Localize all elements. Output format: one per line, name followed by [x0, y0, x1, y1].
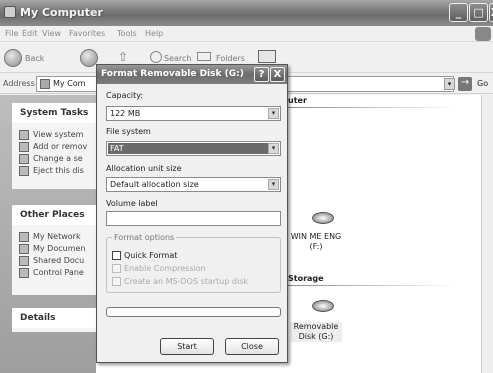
task-label: View system: [33, 130, 84, 139]
views-icon[interactable]: [258, 50, 276, 63]
place-label: Shared Docu: [33, 256, 85, 265]
allocation-label: Allocation unit size: [106, 164, 182, 173]
folders-icon[interactable]: [197, 52, 211, 61]
menu-help[interactable]: Help: [145, 29, 163, 38]
allocation-select[interactable]: Default allocation size ▾: [106, 177, 281, 192]
close-button[interactable]: X: [489, 3, 493, 22]
chevron-down-icon[interactable]: ▾: [268, 143, 279, 154]
control-panel-icon: [19, 268, 29, 278]
dialog-title: Format Removable Disk (G:): [101, 69, 244, 79]
quick-format-checkbox[interactable]: [112, 251, 121, 260]
back-button-label[interactable]: Back: [25, 54, 44, 63]
group-divider: [288, 285, 458, 286]
back-arrow-icon[interactable]: [4, 49, 22, 67]
volume-label-caption: Volume label: [106, 199, 158, 208]
chevron-down-icon[interactable]: ▾: [268, 179, 279, 190]
place-label: Control Pane: [33, 268, 84, 277]
format-progress-bar: [106, 307, 281, 317]
filesystem-value: FAT: [108, 143, 268, 154]
go-arrow-icon[interactable]: →: [458, 77, 472, 91]
quick-format-label[interactable]: Quick Format: [124, 251, 177, 260]
menu-view[interactable]: View: [42, 29, 61, 38]
search-button-label[interactable]: Search: [164, 54, 191, 63]
task-label: Eject this dis: [33, 166, 84, 175]
enable-compression-label: Enable Compression: [124, 264, 206, 273]
group-title-hard-disks: uter: [288, 96, 307, 105]
windows-logo-icon: [475, 27, 491, 41]
drive-name-line1: Removable: [293, 322, 339, 331]
group-title-removable-storage: Storage: [288, 274, 324, 283]
window-titlebar[interactable]: My Computer _ □ X: [0, 0, 493, 26]
drive-label-f[interactable]: WIN ME ENG (F:): [284, 232, 348, 252]
task-label: Change a se: [33, 154, 83, 163]
allocation-value: Default allocation size: [110, 180, 199, 189]
capacity-select[interactable]: 122 MB ▾: [106, 106, 281, 121]
menu-edit[interactable]: Edit: [22, 29, 38, 38]
address-dropdown-button[interactable]: ▾: [444, 78, 455, 90]
address-value: My Com: [53, 79, 86, 88]
task-label: Add or remov: [33, 142, 88, 151]
removable-disk-icon[interactable]: [312, 300, 334, 312]
menu-bar: File Edit View Favorites Tools Help: [0, 26, 493, 42]
vertical-scrollbar[interactable]: [481, 95, 493, 373]
dialog-titlebar[interactable]: Format Removable Disk (G:) ? X: [97, 65, 287, 84]
menu-file[interactable]: File: [5, 29, 18, 38]
place-label: My Documen: [33, 244, 86, 253]
add-remove-icon: [19, 142, 29, 152]
capacity-label: Capacity:: [106, 91, 144, 100]
drive-label-g[interactable]: Removable Disk (G:): [290, 322, 342, 342]
drive-name-line1: WIN ME ENG: [290, 232, 342, 241]
cd-drive-icon[interactable]: [312, 212, 334, 224]
place-label: My Network: [33, 232, 81, 241]
minimize-button[interactable]: _: [449, 3, 468, 22]
window-title: My Computer: [20, 6, 103, 19]
format-options-legend: Format options: [112, 233, 177, 242]
my-computer-small-icon: [40, 79, 50, 89]
shared-folder-icon: [19, 256, 29, 266]
chevron-down-icon[interactable]: ▾: [268, 108, 279, 119]
menu-favorites[interactable]: Favorites: [69, 29, 105, 38]
msdos-startup-checkbox: [112, 277, 121, 286]
help-button[interactable]: ?: [254, 67, 269, 82]
system-info-icon: [19, 130, 29, 140]
network-icon: [19, 232, 29, 242]
enable-compression-checkbox: [112, 264, 121, 273]
format-dialog: Format Removable Disk (G:) ? X Capacity:…: [96, 64, 288, 363]
up-folder-icon[interactable]: ⇧: [118, 50, 128, 64]
drive-name-line2: Disk (G:): [298, 332, 334, 341]
documents-icon: [19, 244, 29, 254]
menu-tools[interactable]: Tools: [117, 29, 137, 38]
dialog-close-button[interactable]: X: [270, 67, 285, 82]
go-button-label[interactable]: Go: [477, 79, 488, 88]
folders-button-label[interactable]: Folders: [216, 54, 245, 63]
drive-name-line2: (F:): [309, 242, 323, 251]
eject-icon: [19, 166, 29, 176]
close-dialog-button[interactable]: Close: [225, 338, 279, 355]
my-computer-icon: [4, 6, 16, 18]
msdos-startup-label: Create an MS-DOS startup disk: [124, 277, 249, 286]
start-button[interactable]: Start: [160, 338, 214, 355]
filesystem-label: File system: [106, 127, 151, 136]
filesystem-select[interactable]: FAT ▾: [106, 141, 281, 156]
group-divider: [288, 107, 458, 108]
control-panel-icon: [19, 154, 29, 164]
address-label: Address: [3, 79, 35, 88]
search-icon[interactable]: [150, 51, 162, 63]
volume-label-input[interactable]: [106, 211, 281, 226]
maximize-button[interactable]: □: [469, 3, 488, 22]
capacity-value: 122 MB: [110, 109, 141, 118]
